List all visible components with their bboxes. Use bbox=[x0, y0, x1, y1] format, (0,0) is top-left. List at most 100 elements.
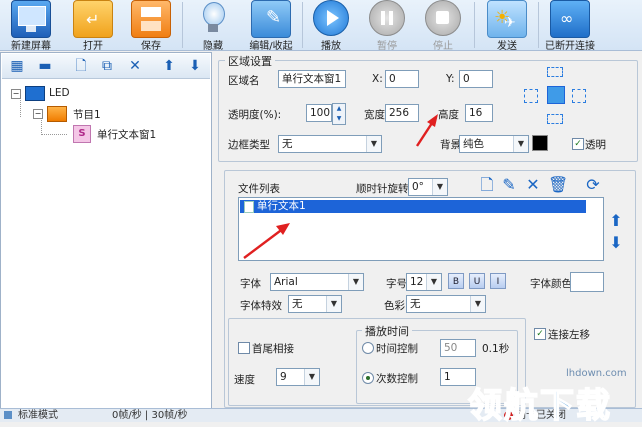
collapse-icon[interactable]: − bbox=[33, 109, 43, 119]
time-unit-label: 0.1秒 bbox=[482, 343, 510, 355]
move-up-arrow-icon[interactable]: ⬆ bbox=[607, 212, 625, 230]
x-input[interactable]: 0 bbox=[385, 70, 419, 88]
font-color-label: 字体颜色 bbox=[530, 278, 572, 290]
height-label: 高度 bbox=[438, 109, 459, 121]
y-input[interactable]: 0 bbox=[459, 70, 493, 88]
font-effect-select[interactable]: 无 ▼ bbox=[288, 295, 342, 313]
play-label: 播放 bbox=[321, 41, 341, 52]
font-effect-value: 无 bbox=[292, 298, 303, 310]
status-mode: 标准模式 bbox=[18, 410, 58, 421]
background-color-swatch[interactable] bbox=[532, 135, 548, 151]
alignment-widget[interactable] bbox=[522, 66, 588, 130]
align-left-icon[interactable] bbox=[524, 89, 538, 103]
align-top-icon[interactable] bbox=[547, 67, 563, 77]
trash-icon[interactable]: 🗑 bbox=[548, 176, 568, 194]
main-toolbar: 新建屏幕 ↵ 打开 保存 隐藏 ✎ 编辑/收起 播放 暂停 停止 ☀ ✈ 发送 … bbox=[0, 0, 642, 52]
count-control-label: 次数控制 bbox=[376, 373, 418, 385]
tree-node-text-window-label: 单行文本窗1 bbox=[97, 129, 157, 141]
add-file-icon[interactable]: 🗋 bbox=[478, 176, 496, 194]
file-list-label: 文件列表 bbox=[238, 183, 280, 195]
copy-icon[interactable]: ⧉ bbox=[98, 57, 116, 75]
align-center-icon[interactable] bbox=[547, 86, 565, 104]
border-type-label: 边框类型 bbox=[228, 139, 270, 151]
region-settings-title: 区域设置 bbox=[225, 53, 275, 69]
speed-value: 9 bbox=[280, 371, 287, 383]
rotate-select[interactable]: 0° ▼ bbox=[408, 178, 448, 196]
monitor-icon bbox=[11, 0, 51, 38]
rotate-value: 0° bbox=[412, 181, 424, 193]
collapse-icon[interactable]: − bbox=[11, 89, 21, 99]
open-label: 打开 bbox=[83, 41, 103, 52]
send-icon: ☀ ✈ bbox=[487, 0, 527, 38]
rotate-label: 顺时针旋转 bbox=[356, 183, 409, 195]
arrow-down-icon[interactable]: ⬇ bbox=[186, 57, 204, 75]
send-button[interactable]: ☀ ✈ 发送 bbox=[478, 0, 536, 52]
list-item[interactable]: 单行文本1 bbox=[240, 200, 586, 213]
background-select[interactable]: 纯色 ▼ bbox=[459, 135, 529, 153]
bold-button[interactable]: B bbox=[448, 273, 464, 289]
chevron-down-icon: ▼ bbox=[432, 179, 447, 195]
file-icon bbox=[244, 201, 254, 213]
tree-node-program-label: 节目1 bbox=[73, 109, 101, 121]
open-button[interactable]: ↵ 打开 bbox=[64, 0, 122, 52]
border-type-select[interactable]: 无 ▼ bbox=[278, 135, 382, 153]
chevron-down-icon: ▼ bbox=[348, 274, 363, 290]
save-icon bbox=[131, 0, 171, 38]
light-bulb-icon bbox=[194, 0, 232, 36]
underline-button[interactable]: U bbox=[469, 273, 485, 289]
italic-button[interactable]: I bbox=[490, 273, 506, 289]
edit-icon[interactable]: ✎ bbox=[500, 176, 518, 194]
move-down-arrow-icon[interactable]: ⬇ bbox=[607, 234, 625, 252]
film-icon[interactable]: ▦ bbox=[8, 57, 26, 75]
height-input[interactable]: 16 bbox=[465, 104, 493, 122]
hide-button[interactable]: 隐藏 bbox=[184, 0, 242, 52]
pause-button[interactable]: 暂停 bbox=[360, 0, 414, 52]
head-tail-checkbox[interactable] bbox=[238, 342, 250, 354]
align-right-icon[interactable] bbox=[572, 89, 586, 103]
continuous-left-checkbox[interactable]: ✓ bbox=[534, 328, 546, 340]
delete-icon[interactable]: ✕ bbox=[126, 57, 144, 75]
window-icon[interactable]: ▬ bbox=[36, 57, 54, 75]
transparent-checkbox[interactable]: ✓ bbox=[572, 138, 584, 150]
broken-link-icon: ∞ bbox=[550, 0, 590, 38]
speed-select[interactable]: 9 ▼ bbox=[276, 368, 320, 386]
list-item-label: 单行文本1 bbox=[257, 200, 306, 212]
count-control-radio[interactable] bbox=[362, 372, 374, 384]
new-page-icon[interactable]: 🗋 bbox=[72, 57, 90, 75]
send-label: 发送 bbox=[497, 41, 517, 52]
opacity-spinner[interactable]: ▲ ▼ bbox=[332, 103, 346, 125]
font-size-select[interactable]: 12 ▼ bbox=[406, 273, 442, 291]
save-button[interactable]: 保存 bbox=[122, 0, 180, 52]
new-screen-button[interactable]: 新建屏幕 bbox=[2, 0, 60, 52]
stop-button[interactable]: 停止 bbox=[416, 0, 470, 52]
stop-label: 停止 bbox=[433, 41, 453, 52]
x-label: X: bbox=[372, 73, 383, 85]
font-size-value: 12 bbox=[410, 276, 424, 288]
red-arrow-annotation bbox=[243, 223, 290, 259]
time-value-input[interactable]: 50 bbox=[440, 339, 476, 357]
font-select[interactable]: Arial ▼ bbox=[270, 273, 364, 291]
colorize-select[interactable]: 无 ▼ bbox=[406, 295, 486, 313]
program-clapper-icon bbox=[47, 106, 67, 122]
delete-icon[interactable]: ✕ bbox=[524, 176, 542, 194]
arrow-up-icon[interactable]: ⬆ bbox=[160, 57, 178, 75]
font-label: 字体 bbox=[240, 278, 261, 290]
colorize-label: 色彩 bbox=[384, 300, 405, 312]
play-button[interactable]: 播放 bbox=[304, 0, 358, 52]
colorize-value: 无 bbox=[410, 298, 421, 310]
chevron-down-icon: ▼ bbox=[426, 274, 441, 290]
transparent-label: 透明 bbox=[585, 139, 606, 151]
connection-button[interactable]: ∞ 已断开连接 bbox=[540, 0, 600, 52]
opacity-input[interactable]: 100 bbox=[306, 104, 332, 122]
watermark-brand: 领航下载 bbox=[467, 385, 612, 427]
edit-collapse-button[interactable]: ✎ 编辑/收起 bbox=[242, 0, 300, 52]
align-bottom-icon[interactable] bbox=[547, 114, 563, 124]
time-control-radio[interactable] bbox=[362, 342, 374, 354]
tree-node-led-label: LED bbox=[49, 87, 70, 99]
font-color-picker[interactable] bbox=[570, 272, 604, 292]
refresh-icon[interactable]: ⟳ bbox=[584, 176, 602, 194]
time-control-label: 时间控制 bbox=[376, 343, 418, 355]
chevron-down-icon: ▼ bbox=[513, 136, 528, 152]
pause-label: 暂停 bbox=[377, 41, 397, 52]
region-name-input[interactable]: 单行文本窗1 bbox=[278, 70, 346, 88]
